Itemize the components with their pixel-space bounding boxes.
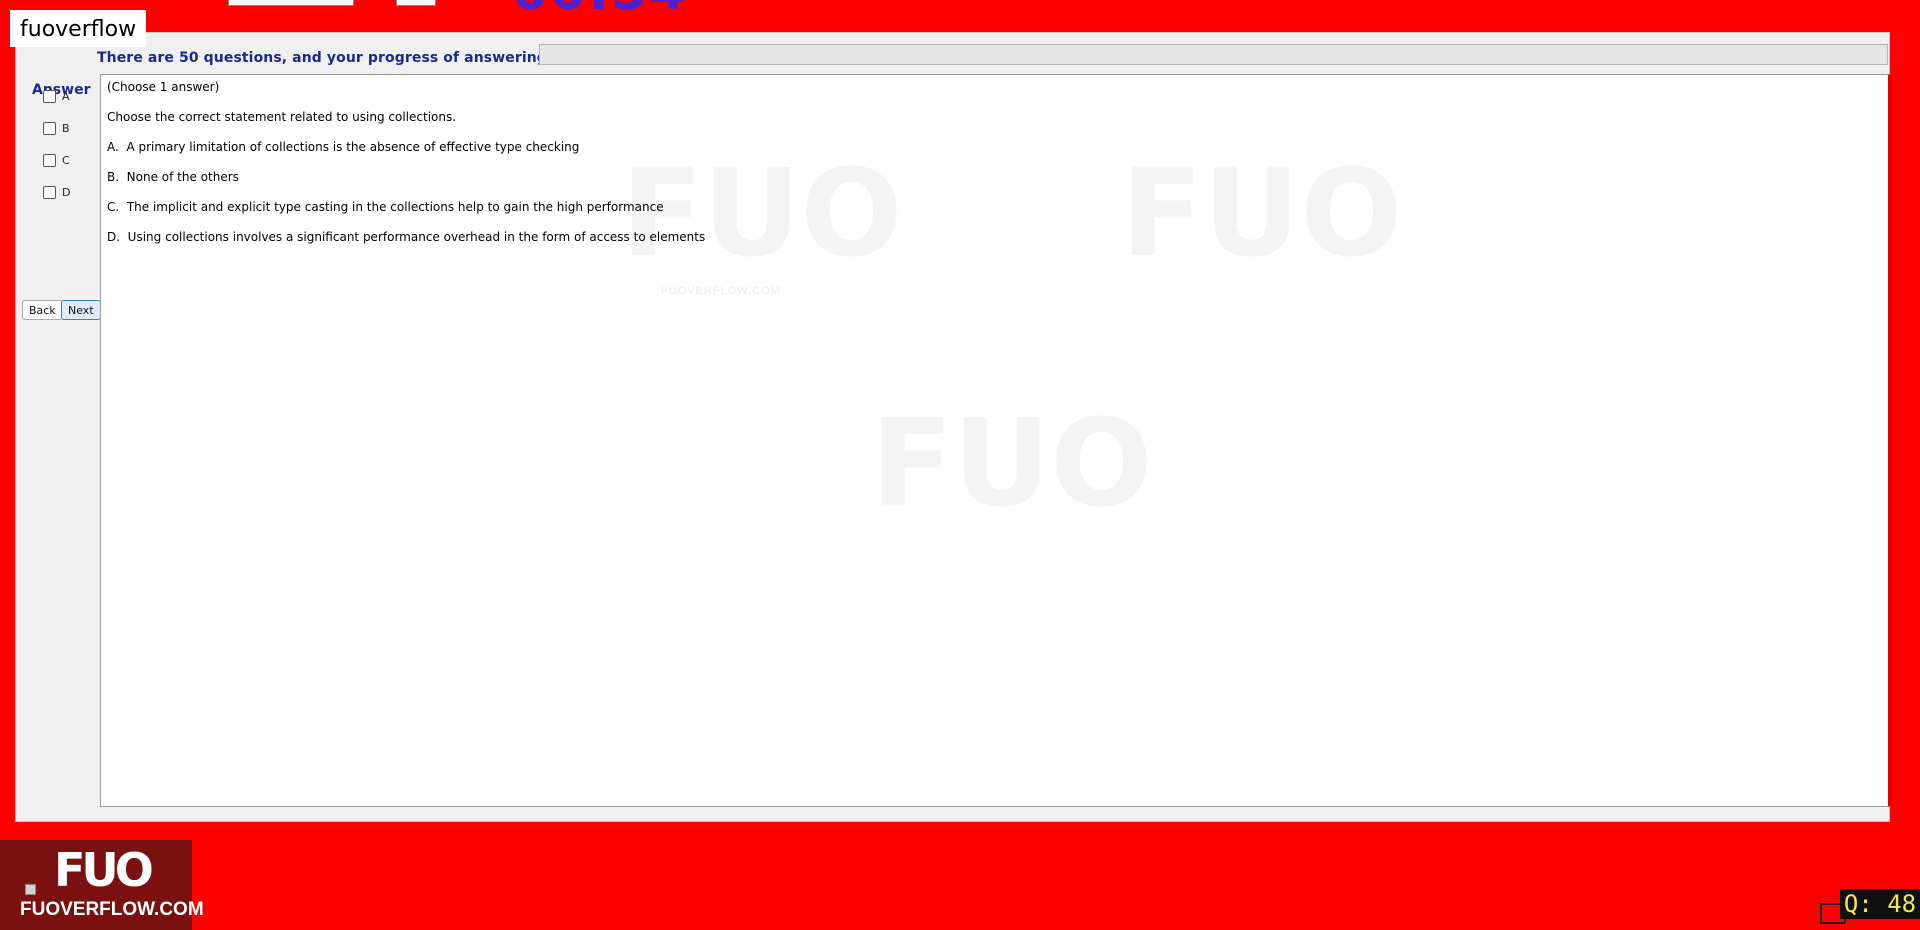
option-c-label: C	[62, 154, 70, 167]
question-stem: Choose the correct statement related to …	[107, 110, 457, 124]
checkbox-c[interactable]	[43, 154, 56, 167]
next-button[interactable]: Next	[61, 300, 101, 320]
back-button[interactable]: Back	[22, 300, 63, 320]
top-small-control[interactable]	[396, 0, 436, 6]
answer-text-d: D. Using collections involves a signific…	[107, 230, 706, 244]
answer-option-d[interactable]: D	[43, 186, 70, 199]
brand-label: fuoverflow	[10, 10, 147, 47]
progress-title: There are 50 questions, and your progres…	[97, 50, 566, 66]
question-counter: Q: 48	[1840, 889, 1920, 919]
watermark-mark: FUO	[621, 145, 903, 284]
option-a-label: A	[62, 90, 70, 103]
answer-option-a[interactable]: A	[43, 90, 70, 103]
answer-text-c: C. The implicit and explicit type castin…	[107, 200, 664, 214]
progress-bar	[539, 44, 1888, 65]
answer-text-a: A. A primary limitation of collections i…	[107, 140, 580, 154]
logo-text: FUOVERFLOW.COM	[20, 899, 204, 920]
footer-checkbox[interactable]	[25, 884, 36, 895]
logo-mark: FUO	[54, 843, 154, 897]
countdown-timer: 00:54	[512, 0, 688, 18]
watermark-mark: FUO	[871, 395, 1153, 534]
checkbox-b[interactable]	[43, 122, 56, 135]
exam-window: There are 50 questions, and your progres…	[15, 32, 1892, 822]
question-instruction: (Choose 1 answer)	[107, 80, 220, 94]
checkbox-d[interactable]	[43, 186, 56, 199]
watermark-mark: FUO	[1121, 145, 1403, 284]
top-input-field[interactable]	[228, 0, 354, 6]
question-panel: FUO FUO FUO FUOVERFLOW.COM (Choose 1 ans…	[100, 74, 1892, 807]
watermark-site: FUOVERFLOW.COM	[661, 285, 781, 297]
answer-text-b: B. None of the others	[107, 170, 239, 184]
answer-option-c[interactable]: C	[43, 154, 70, 167]
checkbox-a[interactable]	[43, 90, 56, 103]
answer-option-b[interactable]: B	[43, 122, 70, 135]
option-d-label: D	[62, 186, 71, 199]
option-b-label: B	[62, 122, 70, 135]
